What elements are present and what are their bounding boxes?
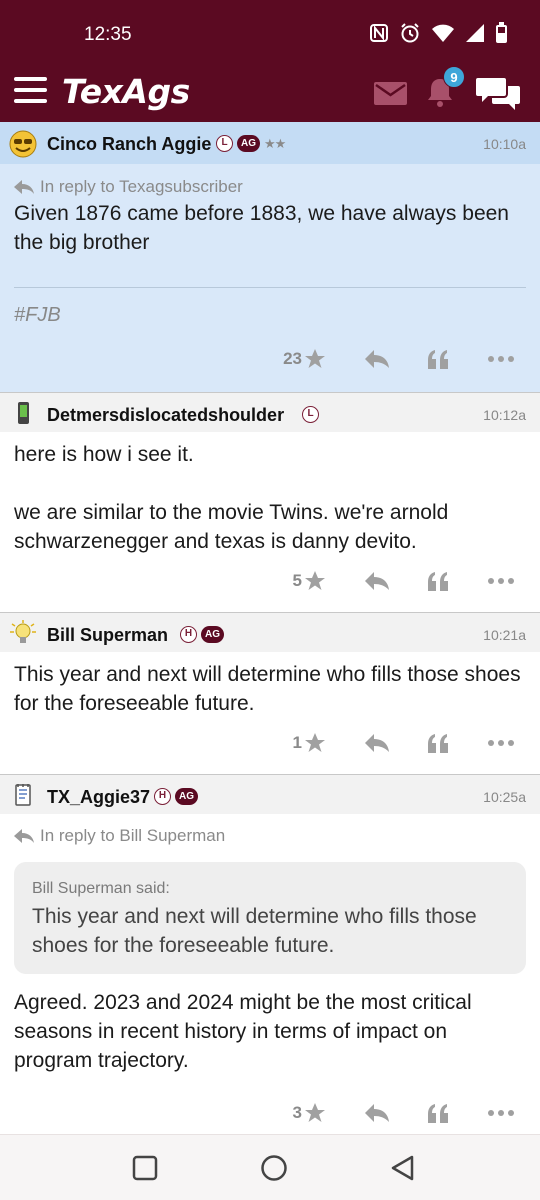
post-header: Cinco Ranch Aggie L AG ★★ 10:10a — [0, 122, 540, 164]
reply-icon[interactable] — [364, 349, 390, 369]
status-icons — [369, 22, 508, 44]
signal-icon — [466, 24, 484, 42]
texags-logo[interactable]: TexAgs — [62, 72, 190, 111]
reply-arrow-icon — [14, 180, 34, 194]
post-actions: 5 — [293, 570, 514, 592]
post: Cinco Ranch Aggie L AG ★★ 10:10a In repl… — [0, 122, 540, 392]
quote-icon[interactable] — [426, 349, 450, 369]
thread-feed: Cinco Ranch Aggie L AG ★★ 10:10a In repl… — [0, 122, 540, 1136]
reply-to-link[interactable]: In reply to Texagsubscriber — [14, 177, 526, 197]
post-header: Detmersdislocatedshoulder L 10:12a — [0, 392, 540, 432]
star-icon — [305, 1103, 325, 1122]
like-button[interactable]: 3 — [293, 1102, 326, 1124]
user-badges: H AG — [154, 788, 198, 805]
ag-badge: AG — [175, 788, 198, 805]
honor-badge: H — [154, 788, 171, 805]
system-navigation-bar — [0, 1134, 540, 1200]
like-count: 23 — [283, 349, 302, 368]
post-username[interactable]: Detmersdislocatedshoulder — [47, 405, 284, 426]
star-icon — [305, 733, 325, 752]
status-bar: 12:35 — [0, 0, 540, 64]
post-time: 10:25a — [483, 789, 526, 805]
battery-icon — [496, 22, 507, 43]
hamburger-menu-icon[interactable] — [14, 77, 47, 103]
nfc-icon — [370, 24, 388, 42]
post-username[interactable]: Cinco Ranch Aggie — [47, 134, 211, 155]
post-username[interactable]: TX_Aggie37 — [47, 787, 150, 808]
post-actions: 1 — [293, 732, 514, 754]
star-icon — [305, 571, 325, 590]
post-header: Bill Superman H AG 10:21a — [0, 612, 540, 652]
quote-icon[interactable] — [426, 571, 450, 591]
ag-badge: AG — [237, 135, 260, 152]
post-actions: 23 — [283, 348, 514, 370]
star-icon — [305, 349, 325, 368]
like-count: 1 — [292, 733, 302, 752]
lifetime-badge: L — [302, 406, 319, 423]
reply-to-text: In reply to Bill Superman — [40, 826, 226, 845]
like-button[interactable]: 5 — [293, 570, 326, 592]
post-signature: #FJB — [14, 304, 61, 326]
post-actions: 3 — [293, 1102, 514, 1124]
home-circle-icon[interactable] — [260, 1154, 288, 1182]
more-options-icon[interactable] — [488, 1109, 514, 1117]
more-options-icon[interactable] — [488, 355, 514, 363]
reply-icon[interactable] — [364, 571, 390, 591]
post: Bill Superman H AG 10:21a This year and … — [0, 612, 540, 774]
post-text: This year and next will determine who fi… — [14, 663, 521, 715]
quote-block: Bill Superman said: This year and next w… — [14, 862, 526, 974]
wifi-icon — [432, 24, 454, 42]
chat-icon[interactable] — [476, 74, 522, 112]
reply-icon[interactable] — [364, 1103, 390, 1123]
reply-icon[interactable] — [364, 733, 390, 753]
post-body: In reply to Bill Superman Bill Superman … — [0, 826, 540, 1075]
post-text: Given 1876 came before 1883, we have alw… — [14, 202, 509, 254]
post-body: This year and next will determine who fi… — [0, 660, 540, 718]
alarm-icon — [401, 23, 419, 43]
post-header: TX_Aggie37 H AG 10:25a — [0, 774, 540, 814]
post-body: here is how i see it. we are similar to … — [0, 440, 540, 556]
post: TX_Aggie37 H AG 10:25a In reply to Bill … — [0, 774, 540, 1136]
rating-stars: ★★ — [264, 135, 286, 151]
user-badges: L AG ★★ — [216, 135, 286, 152]
post-time: 10:21a — [483, 627, 526, 643]
post-username[interactable]: Bill Superman — [47, 625, 168, 646]
quote-icon[interactable] — [426, 733, 450, 753]
like-button[interactable]: 23 — [283, 348, 326, 370]
quote-author[interactable]: Bill Superman said: — [32, 880, 508, 898]
like-button[interactable]: 1 — [293, 732, 326, 754]
post-text-line1: here is how i see it. — [14, 443, 194, 466]
lifetime-badge: L — [216, 135, 233, 152]
more-options-icon[interactable] — [488, 739, 514, 747]
lightbulb-avatar-icon — [10, 620, 36, 643]
reply-arrow-icon — [14, 829, 34, 843]
like-count: 5 — [292, 571, 302, 590]
quote-icon[interactable] — [426, 1103, 450, 1123]
user-badges: H AG — [180, 626, 224, 643]
signature-divider — [14, 287, 526, 288]
reply-to-text: In reply to Texagsubscriber — [40, 177, 243, 196]
post-text-line2: we are similar to the movie Twins. we're… — [14, 501, 449, 553]
phone-avatar-icon — [18, 402, 29, 424]
smiley-avatar-icon — [9, 130, 37, 158]
honor-badge: H — [180, 626, 197, 643]
recents-square-icon[interactable] — [132, 1155, 158, 1181]
ag-badge: AG — [201, 626, 224, 643]
notification-badge[interactable]: 9 — [443, 66, 465, 88]
quote-text: This year and next will determine who fi… — [32, 905, 477, 957]
post-time: 10:12a — [483, 407, 526, 423]
post-body: In reply to Texagsubscriber Given 1876 c… — [0, 177, 540, 327]
user-badges: L — [302, 406, 319, 423]
status-time: 12:35 — [84, 24, 132, 45]
post-text: Agreed. 2023 and 2024 might be the most … — [14, 991, 472, 1072]
like-count: 3 — [292, 1103, 302, 1122]
notepad-avatar-icon — [15, 784, 31, 806]
reply-to-link[interactable]: In reply to Bill Superman — [14, 826, 526, 846]
app-bar: TexAgs 9 — [0, 64, 540, 122]
post-time: 10:10a — [483, 136, 526, 152]
more-options-icon[interactable] — [488, 577, 514, 585]
mail-icon[interactable] — [374, 82, 407, 105]
post: Detmersdislocatedshoulder L 10:12a here … — [0, 392, 540, 612]
back-triangle-icon[interactable] — [390, 1154, 416, 1182]
